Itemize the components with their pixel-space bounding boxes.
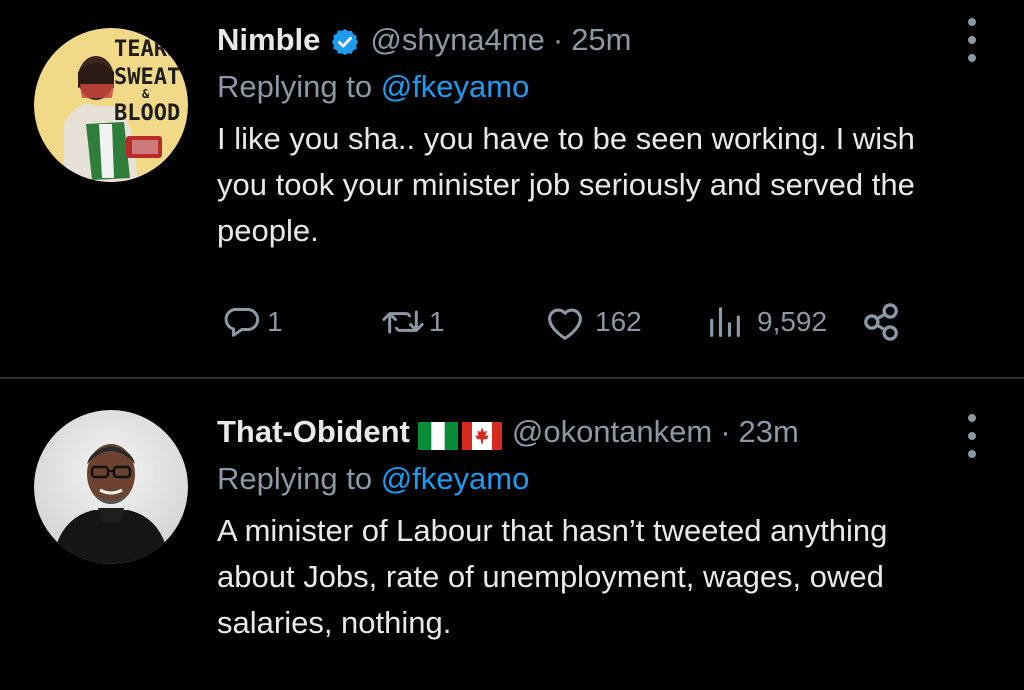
like-count: 162 (595, 306, 642, 337)
separator: · (720, 414, 731, 449)
timestamp[interactable]: 25m (571, 18, 631, 62)
like-button[interactable]: 162 (543, 296, 642, 348)
tweet[interactable]: TEARS SWEAT & BLOOD Nimble @shyna4me · 2… (0, 0, 1024, 378)
nigeria-flag-icon (417, 418, 458, 450)
avatar[interactable]: TEARS SWEAT & BLOOD (34, 28, 188, 182)
avatar-text-amp: & (142, 87, 150, 101)
separator: · (552, 22, 564, 57)
views-button[interactable]: 9,592 (705, 296, 827, 348)
avatar-text-blood: BLOOD (114, 101, 180, 126)
share-icon (864, 303, 898, 341)
reply-icon (224, 308, 260, 337)
more-options-icon[interactable] (962, 18, 982, 62)
tweet-content: That-Obident @okontankem · 23m Replying … (217, 410, 944, 646)
share-button[interactable] (859, 296, 903, 348)
replying-to-label: Replying to (217, 69, 373, 104)
canada-flag-icon (461, 418, 502, 450)
reply-count: 1 (267, 306, 283, 337)
avatar-text-tears: TEARS (114, 37, 180, 62)
reply-button[interactable]: 1 (221, 296, 283, 348)
replying-to: Replying to @fkeyamo (217, 458, 944, 500)
replying-to: Replying to @fkeyamo (217, 66, 944, 108)
tweet-content: Nimble @shyna4me · 25m Replying to @fkey… (217, 18, 944, 254)
avatar[interactable] (34, 410, 188, 564)
reply-mention-link[interactable]: @fkeyamo (381, 69, 530, 104)
replying-to-label: Replying to (217, 461, 373, 496)
tweet-header: Nimble @shyna4me · 25m (217, 18, 944, 62)
reply-mention-link[interactable]: @fkeyamo (381, 461, 530, 496)
tweet-actions: 1 1 162 9,592 (217, 296, 917, 348)
views-icon (710, 307, 740, 337)
display-name[interactable]: Nimble (217, 18, 320, 62)
tweet-text: I like you sha.. you have to be seen wor… (217, 121, 915, 248)
timestamp[interactable]: 23m (739, 410, 799, 454)
tweet[interactable]: That-Obident @okontankem · 23m Replying … (0, 380, 1024, 690)
tweet-text: A minister of Labour that hasn’t tweeted… (217, 513, 888, 640)
tweet-header: That-Obident @okontankem · 23m (217, 410, 944, 454)
avatar-logo-text: TEARS SWEAT & BLOOD (114, 37, 180, 126)
divider (0, 377, 1024, 379)
retweet-button[interactable]: 1 (379, 296, 445, 348)
like-icon (548, 308, 582, 340)
handle[interactable]: @shyna4me (370, 18, 545, 62)
verified-badge-icon[interactable] (330, 25, 360, 56)
handle[interactable]: @okontankem (512, 410, 712, 454)
retweet-count: 1 (429, 306, 445, 337)
more-options-icon[interactable] (962, 414, 982, 458)
retweet-icon (382, 310, 424, 334)
tweet-feed: TEARS SWEAT & BLOOD Nimble @shyna4me · 2… (0, 0, 1024, 690)
display-name[interactable]: That-Obident (217, 410, 410, 454)
view-count: 9,592 (757, 306, 828, 337)
